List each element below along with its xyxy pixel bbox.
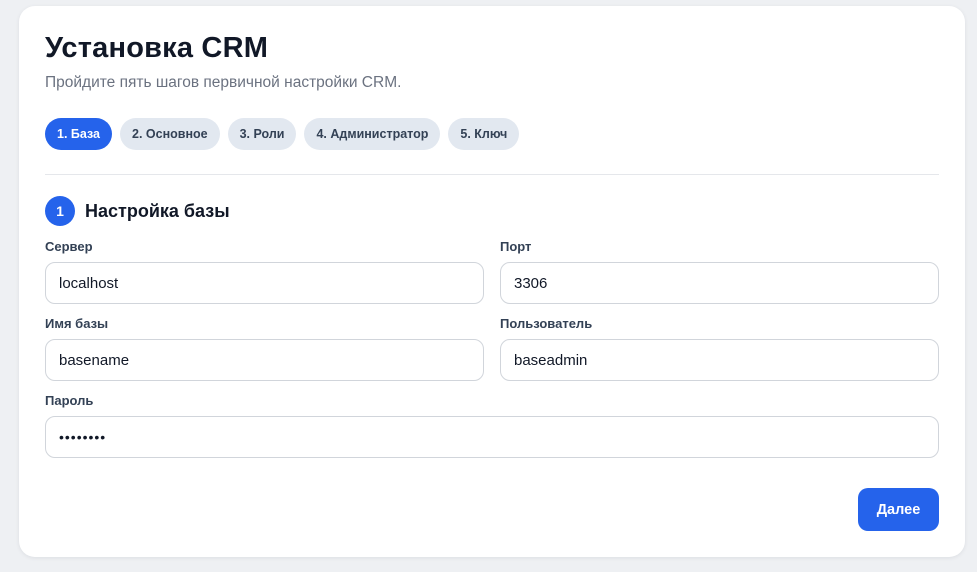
page-subtitle: Пройдите пять шагов первичной настройки … — [45, 74, 402, 91]
section-header: 1 Настройка базы — [45, 195, 939, 227]
port-field-group: Порт — [500, 239, 939, 304]
setup-card: Установка CRM Пройдите пять шагов первич… — [19, 6, 965, 557]
db-name-field-group: Имя базы — [45, 316, 484, 381]
step-tab-admin[interactable]: 4. Администратор — [304, 118, 441, 150]
server-field-group: Сервер — [45, 239, 484, 304]
steps-nav: 1. База 2. Основное 3. Роли 4. Администр… — [45, 118, 939, 150]
divider — [45, 174, 939, 175]
step-tab-general[interactable]: 2. Основное — [120, 118, 220, 150]
user-field-group: Пользователь — [500, 316, 939, 381]
next-button[interactable]: Далее — [858, 488, 939, 531]
db-name-label: Имя базы — [45, 316, 109, 331]
user-input[interactable] — [500, 339, 939, 381]
step-tab-database[interactable]: 1. База — [45, 118, 112, 150]
port-input[interactable] — [500, 262, 939, 304]
port-label: Порт — [500, 239, 532, 254]
password-field-group: Пароль — [45, 393, 939, 458]
password-label: Пароль — [45, 393, 94, 408]
db-settings-form: Сервер Порт Имя базы Пользователь Пароль — [45, 239, 939, 470]
db-name-input[interactable] — [45, 339, 484, 381]
section-number-badge: 1 — [45, 196, 75, 226]
step-tab-key[interactable]: 5. Ключ — [448, 118, 520, 150]
form-actions: Далее — [858, 488, 939, 531]
server-label: Сервер — [45, 239, 93, 254]
step-tab-roles[interactable]: 3. Роли — [227, 118, 297, 150]
server-input[interactable] — [45, 262, 484, 304]
section-title: Настройка базы — [85, 200, 230, 221]
page-title: Установка CRM — [45, 32, 269, 64]
user-label: Пользователь — [500, 316, 593, 331]
password-input[interactable] — [45, 416, 939, 458]
